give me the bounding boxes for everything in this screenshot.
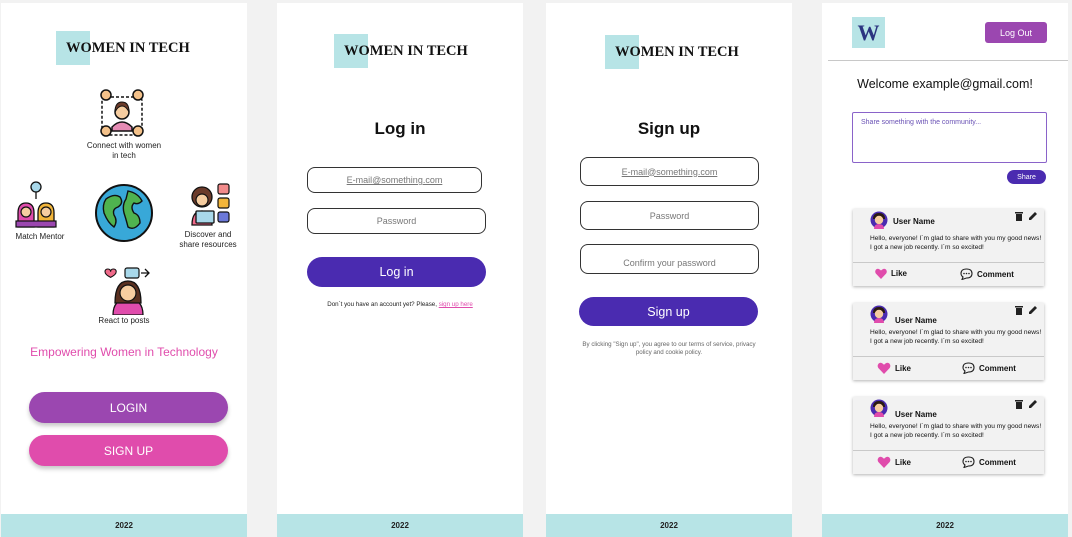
footer: 2022 bbox=[1, 514, 247, 537]
like-button[interactable]: Like bbox=[877, 456, 911, 468]
post-actions bbox=[1014, 305, 1038, 315]
brand-logo: WOMEN IN TECH bbox=[334, 34, 468, 68]
post-username: User Name bbox=[895, 410, 937, 419]
page-title: Sign up bbox=[637, 119, 701, 138]
trash-icon[interactable] bbox=[1014, 211, 1024, 221]
logo-text: WOMEN IN TECH bbox=[615, 43, 739, 60]
terms-text: By clicking "Sign up", you agree to our … bbox=[582, 341, 756, 357]
trash-icon[interactable] bbox=[1014, 399, 1024, 409]
user-avatar-icon bbox=[870, 399, 888, 417]
landing-screen: WOMEN IN TECH Connect with women in tech… bbox=[1, 3, 247, 537]
signup-screen: WOMEN IN TECH Sign up E-mail@something.c… bbox=[546, 3, 792, 537]
no-account-text: Don´t you have an account yet? Please, s… bbox=[277, 301, 523, 308]
post-card: User Name Hello, everyone! I´m glad to s… bbox=[853, 303, 1044, 380]
like-button[interactable]: Like bbox=[877, 362, 911, 374]
signup-link[interactable]: sign up here bbox=[439, 301, 473, 308]
share-post-placeholder: Share something with the community... bbox=[861, 119, 982, 126]
post-text: Hello, everyone! I´m glad to share with … bbox=[870, 235, 1042, 251]
tagline: Empowering Women in Technology bbox=[30, 345, 218, 359]
comment-button[interactable]: Comment bbox=[962, 456, 1016, 468]
logo-text: WOMEN IN TECH bbox=[344, 42, 468, 59]
footer: 2022 bbox=[822, 514, 1068, 537]
footer-year: 2022 bbox=[391, 521, 409, 530]
comment-icon bbox=[960, 268, 973, 280]
comment-button[interactable]: Comment bbox=[962, 362, 1016, 374]
footer: 2022 bbox=[277, 514, 523, 537]
footer-year: 2022 bbox=[936, 521, 954, 530]
email-field[interactable]: E-mail@something.com bbox=[580, 157, 759, 186]
brand-monogram: W bbox=[852, 17, 885, 48]
react-posts-icon bbox=[104, 267, 150, 315]
signup-button[interactable]: SIGN UP bbox=[29, 435, 228, 466]
heart-icon bbox=[877, 362, 891, 374]
comment-icon bbox=[962, 362, 975, 374]
comment-label: Comment bbox=[979, 457, 1016, 467]
like-label: Like bbox=[895, 363, 912, 373]
post-divider bbox=[853, 356, 1044, 357]
logout-button[interactable]: Log Out bbox=[985, 22, 1047, 43]
password-placeholder: Password bbox=[649, 210, 690, 221]
like-label: Like bbox=[895, 457, 912, 467]
login-button[interactable]: LOGIN bbox=[29, 392, 228, 423]
trash-icon[interactable] bbox=[1014, 305, 1024, 315]
like-label: Like bbox=[891, 269, 908, 278]
globe-icon bbox=[95, 184, 153, 242]
login-screen: WOMEN IN TECH Log in E-mail@something.co… bbox=[277, 3, 523, 537]
like-button[interactable]: Like bbox=[875, 268, 907, 279]
post-divider bbox=[853, 450, 1044, 451]
user-avatar-icon bbox=[870, 211, 888, 229]
user-avatar-icon bbox=[870, 305, 888, 323]
feed-screen: W Log Out Welcome example@gmail.com! Sha… bbox=[822, 3, 1068, 537]
confirm-password-field[interactable]: Confirm your password bbox=[580, 244, 759, 274]
brand-logo: WOMEN IN TECH bbox=[605, 35, 739, 69]
no-account-prompt: Don´t you have an account yet? Please, bbox=[327, 301, 437, 308]
heart-icon bbox=[877, 456, 891, 468]
edit-pencil-icon[interactable] bbox=[1028, 211, 1038, 221]
edit-pencil-icon[interactable] bbox=[1028, 399, 1038, 409]
feature-react-label: React to posts bbox=[98, 316, 150, 325]
post-username: User Name bbox=[893, 217, 935, 226]
post-username: User Name bbox=[895, 316, 937, 325]
share-post-input[interactable]: Share something with the community... bbox=[852, 112, 1047, 163]
password-field[interactable]: Password bbox=[307, 208, 486, 234]
comment-label: Comment bbox=[977, 269, 1014, 279]
feature-discover-label: Discover and share resources bbox=[179, 230, 237, 249]
post-text: Hello, everyone! I´m glad to share with … bbox=[870, 423, 1042, 439]
discover-resources-icon bbox=[191, 183, 230, 226]
footer: 2022 bbox=[546, 514, 792, 537]
post-card: User Name Hello, everyone! I´m glad to s… bbox=[853, 397, 1044, 474]
brand-logo: WOMEN IN TECH bbox=[56, 31, 190, 65]
email-placeholder: E-mail@something.com bbox=[346, 175, 443, 185]
login-submit-button[interactable]: Log in bbox=[307, 257, 486, 287]
welcome-message: Welcome example@gmail.com! bbox=[857, 77, 1033, 91]
connect-network-icon bbox=[100, 89, 144, 137]
comment-button[interactable]: Comment bbox=[960, 268, 1014, 280]
heart-icon bbox=[875, 268, 887, 279]
password-field[interactable]: Password bbox=[580, 201, 759, 230]
post-text: Hello, everyone! I´m glad to share with … bbox=[870, 329, 1042, 345]
post-actions bbox=[1014, 399, 1038, 409]
confirm-password-placeholder: Confirm your password bbox=[623, 258, 716, 268]
comment-icon bbox=[962, 456, 975, 468]
page-title: Log in bbox=[374, 119, 426, 138]
footer-year: 2022 bbox=[115, 521, 133, 530]
share-button[interactable]: Share bbox=[1007, 170, 1046, 184]
post-divider bbox=[853, 262, 1044, 263]
logo-text: WOMEN IN TECH bbox=[66, 39, 190, 56]
signup-submit-button[interactable]: Sign up bbox=[579, 297, 758, 326]
footer-year: 2022 bbox=[660, 521, 678, 530]
comment-label: Comment bbox=[979, 363, 1016, 373]
post-card: User Name Hello, everyone! I´m glad to s… bbox=[853, 209, 1044, 286]
feature-connect-label: Connect with women in tech bbox=[86, 141, 162, 160]
edit-pencil-icon[interactable] bbox=[1028, 305, 1038, 315]
feature-mentor-label: Match Mentor bbox=[15, 232, 65, 241]
email-field[interactable]: E-mail@something.com bbox=[307, 167, 482, 193]
password-placeholder: Password bbox=[376, 216, 417, 226]
post-actions bbox=[1014, 211, 1038, 221]
header-divider bbox=[828, 60, 1068, 61]
email-placeholder: E-mail@something.com bbox=[621, 166, 718, 177]
mentor-match-icon bbox=[15, 181, 57, 228]
